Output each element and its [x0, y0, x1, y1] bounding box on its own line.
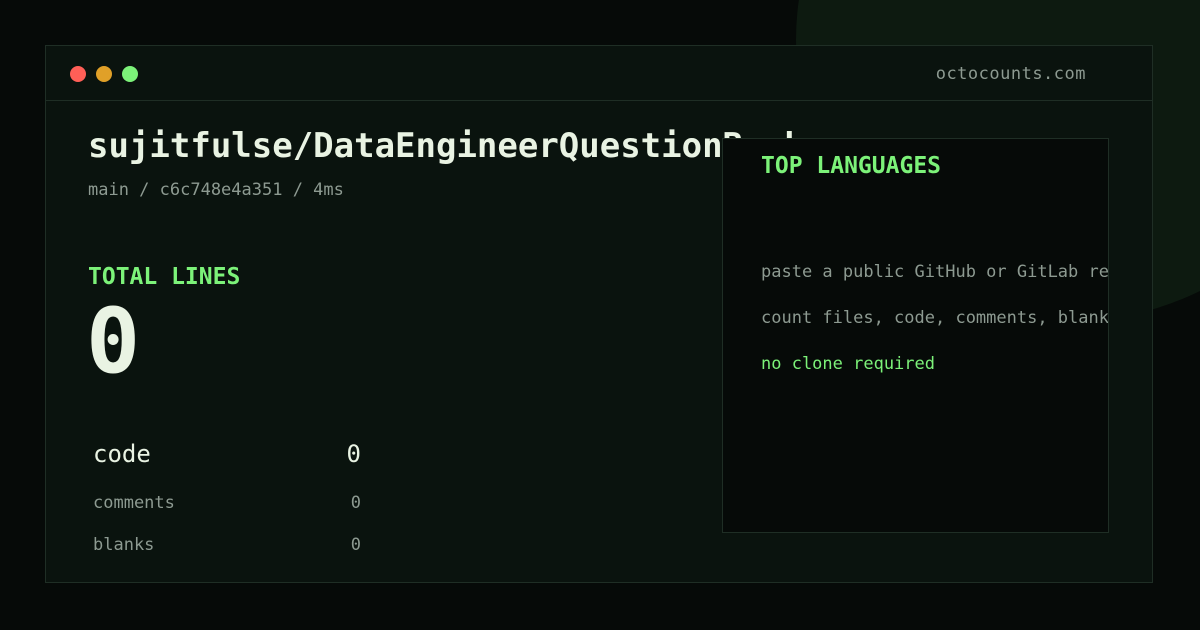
minimize-dot-icon[interactable] [96, 66, 112, 82]
stat-value: 0 [346, 440, 361, 468]
stat-value: 0 [350, 493, 361, 513]
stat-value: 0 [350, 535, 361, 555]
stat-label: blanks [93, 535, 155, 555]
stat-row-blanks: blanks 0 [93, 535, 361, 555]
hint-paste-repo: paste a public GitHub or GitLab repo [761, 262, 1109, 282]
repo-title: sujitfulse/DataEngineerQuestionBank [88, 126, 805, 166]
terminal-window: octocounts.com sujitfulse/DataEngineerQu… [45, 45, 1153, 583]
hint-count-files: count files, code, comments, blanks [761, 308, 1109, 328]
top-languages-title: TOP LANGUAGES [761, 153, 942, 179]
repo-meta: main / c6c748e4a351 / 4ms [88, 180, 344, 200]
top-languages-panel: TOP LANGUAGES paste a public GitHub or G… [722, 138, 1109, 533]
stat-row-comments: comments 0 [93, 493, 361, 513]
total-lines-value: 0 [86, 289, 141, 394]
stat-label: code [93, 440, 151, 468]
maximize-dot-icon[interactable] [122, 66, 138, 82]
title-bar: octocounts.com [46, 46, 1152, 101]
page: octocounts.com sujitfulse/DataEngineerQu… [0, 0, 1200, 630]
stat-row-code: code 0 [93, 440, 361, 468]
total-lines-label: TOTAL LINES [88, 264, 241, 290]
stat-label: comments [93, 493, 175, 513]
close-dot-icon[interactable] [70, 66, 86, 82]
site-url: octocounts.com [935, 64, 1086, 84]
hint-no-clone: no clone required [761, 354, 935, 374]
